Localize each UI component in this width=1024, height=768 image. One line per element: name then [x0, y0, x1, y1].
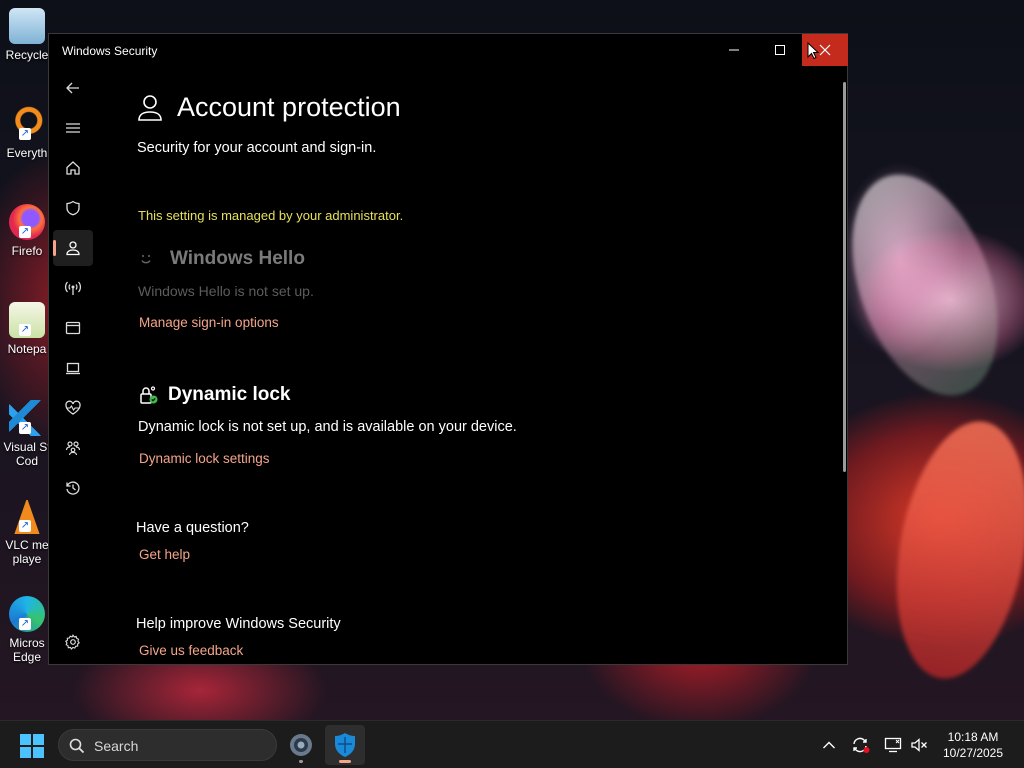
display-icon [884, 737, 902, 753]
taskbar-app-windows-security[interactable] [325, 725, 365, 765]
clock-date: 10/27/2025 [942, 746, 1004, 760]
taskbar-app-settings[interactable] [281, 725, 321, 765]
tray-volume[interactable] [909, 735, 929, 755]
dynamic-lock-icon [140, 386, 158, 404]
nav-app-browser-control[interactable] [53, 310, 93, 346]
admin-managed-note: This setting is managed by your administ… [138, 208, 404, 223]
running-indicator [299, 760, 303, 763]
desktop-icon-vscode[interactable]: ↗ Visual St Cod [3, 400, 51, 468]
get-help-link[interactable]: Get help [139, 547, 190, 562]
dynamic-lock-header: Dynamic lock [138, 384, 291, 406]
title-bar[interactable]: Windows Security [49, 34, 848, 66]
desktop-icon-vlc[interactable]: ↗ VLC me playe [4, 498, 50, 566]
give-feedback-link[interactable]: Give us feedback [139, 643, 243, 658]
network-antenna-icon [65, 281, 81, 295]
clock-time: 10:18 AM [947, 730, 999, 744]
page-header: Account protection [137, 92, 401, 123]
nav-menu[interactable] [53, 110, 93, 146]
windows-hello-title: Windows Hello [170, 248, 305, 269]
windows-hello-header: Windows Hello [138, 248, 305, 270]
tray-network[interactable] [883, 735, 903, 755]
history-icon [66, 481, 80, 495]
nav-account-protection[interactable] [53, 230, 93, 266]
mouse-cursor-icon [807, 42, 819, 60]
desktop-icon-everything[interactable]: ↗ Everyth [4, 106, 50, 160]
close-icon [819, 44, 831, 56]
heart-pulse-icon [65, 400, 81, 415]
active-indicator [339, 760, 351, 763]
nav-settings[interactable] [53, 624, 93, 660]
minimize-button[interactable] [711, 34, 757, 66]
start-button[interactable] [20, 734, 44, 758]
chevron-up-icon [823, 741, 835, 749]
dynamic-lock-description: Dynamic lock is not set up, and is avail… [138, 419, 517, 435]
dynamic-lock-title: Dynamic lock [168, 384, 291, 405]
speaker-muted-icon [911, 738, 927, 752]
laptop-icon [66, 362, 80, 375]
desktop-icon-edge[interactable]: ↗ Micros Edge [4, 596, 50, 664]
smiley-face-icon [141, 255, 151, 264]
edge-icon: ↗ [9, 596, 45, 632]
nav-protection-history[interactable] [53, 470, 93, 506]
windows-security-window: Windows Security Account protection Secu… [48, 33, 848, 665]
page-title: Account protection [177, 92, 401, 122]
person-icon [138, 94, 162, 121]
search-icon [69, 738, 85, 754]
hamburger-menu-icon [66, 123, 80, 133]
nav-family-options[interactable] [53, 430, 93, 466]
vscode-icon: ↗ [9, 400, 45, 436]
gear-icon [65, 634, 80, 650]
tray-overflow-button[interactable] [819, 735, 839, 755]
search-placeholder: Search [94, 738, 139, 754]
desktop-icon-notepad[interactable]: ↗ Notepa [4, 302, 50, 356]
sync-icon [853, 737, 870, 753]
window-title: Windows Security [62, 44, 158, 58]
help-improve-heading: Help improve Windows Security [136, 616, 341, 632]
tray-sync-status[interactable] [851, 735, 871, 755]
nav-back[interactable] [53, 70, 93, 106]
windows-security-shield-icon [335, 733, 355, 757]
maximize-icon [775, 45, 785, 55]
desktop-icon-recycle-bin[interactable]: Recycle [4, 8, 50, 62]
have-a-question-heading: Have a question? [136, 520, 249, 536]
recycle-bin-icon [9, 8, 45, 44]
minimize-icon [729, 49, 739, 51]
back-arrow-icon [66, 82, 79, 94]
nav-virus-threat-protection[interactable] [53, 190, 93, 226]
desktop-icon-firefox[interactable]: ↗ Firefo [4, 204, 50, 258]
nav-device-performance-health[interactable] [53, 390, 93, 426]
app-window-icon [65, 321, 81, 335]
home-icon [66, 161, 80, 175]
nav-device-security[interactable] [53, 350, 93, 386]
notepad-plus-plus-icon: ↗ [9, 302, 45, 338]
page-subtitle: Security for your account and sign-in. [137, 140, 377, 156]
windows-hello-description: Windows Hello is not set up. [138, 283, 314, 299]
vertical-scrollbar[interactable] [843, 82, 846, 472]
dynamic-lock-settings-link[interactable]: Dynamic lock settings [139, 451, 270, 466]
taskbar: Search 10:18 AM 10/27/2025 [0, 720, 1024, 768]
manage-sign-in-options-link[interactable]: Manage sign-in options [139, 315, 279, 330]
everything-search-icon: ↗ [9, 106, 45, 142]
nav-firewall-network[interactable] [53, 270, 93, 306]
maximize-button[interactable] [757, 34, 803, 66]
navigation-rail [53, 70, 93, 510]
vlc-icon: ↗ [14, 498, 40, 534]
taskbar-search-box[interactable]: Search [58, 729, 277, 761]
shield-icon [66, 200, 80, 216]
nav-home[interactable] [53, 150, 93, 186]
system-clock[interactable]: 10:18 AM 10/27/2025 [930, 729, 1016, 761]
windows-logo-icon [20, 734, 31, 745]
firefox-icon: ↗ [9, 204, 45, 240]
family-icon [65, 441, 81, 456]
person-icon [66, 241, 80, 256]
gear-app-icon [290, 734, 312, 756]
